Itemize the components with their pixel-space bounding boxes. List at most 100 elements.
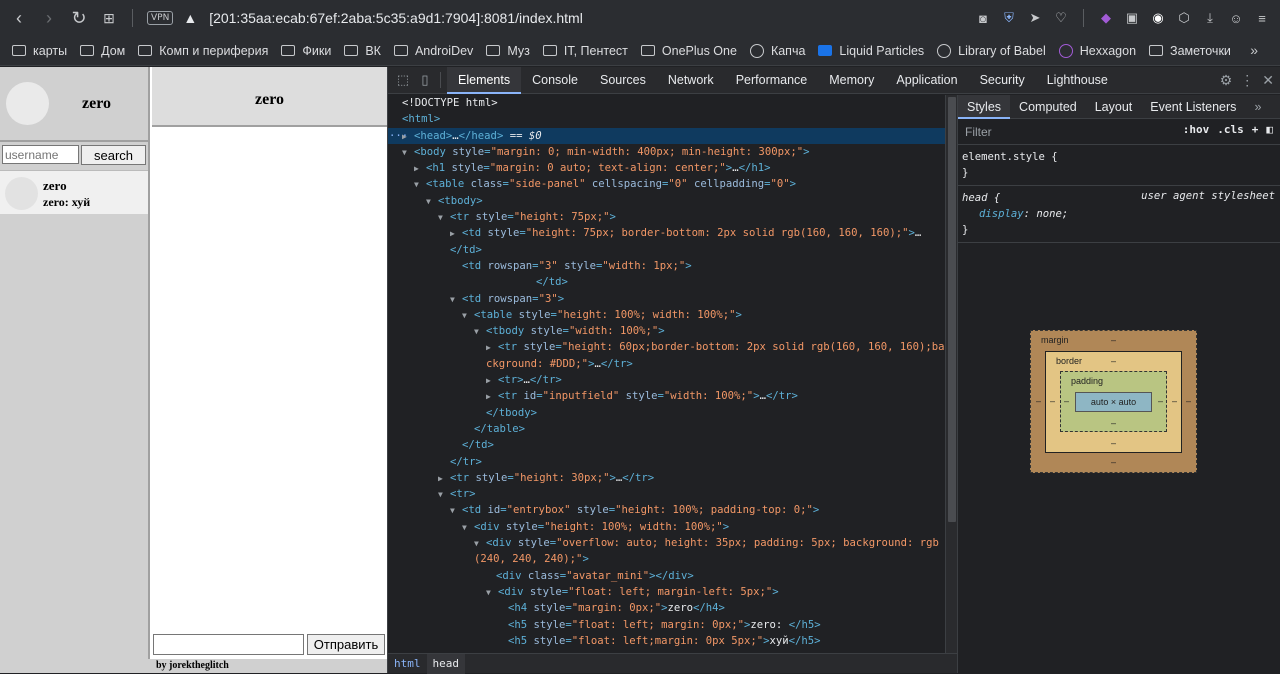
rule-selector[interactable]: element.style {: [962, 149, 1277, 165]
heart-icon[interactable]: ♡: [1049, 3, 1073, 33]
bookmark-item[interactable]: Дом: [80, 44, 125, 58]
tab-memory[interactable]: Memory: [818, 67, 885, 94]
dom-line[interactable]: </table>: [388, 421, 957, 437]
bookmark-item[interactable]: Заметочки: [1149, 44, 1231, 58]
more-tabs-icon[interactable]: »: [1245, 95, 1270, 119]
download-icon[interactable]: ⤓: [1198, 3, 1222, 33]
bookmark-item[interactable]: AndroiDev: [393, 44, 473, 58]
dom-line[interactable]: <h5 style="float: left;margin: 0px 5px;"…: [388, 633, 957, 649]
cls-toggle[interactable]: .cls: [1217, 123, 1244, 136]
shield-icon[interactable]: ⛨: [997, 3, 1021, 33]
scrollbar-thumb[interactable]: [948, 97, 956, 522]
bookmarks-overflow-icon[interactable]: »: [1250, 42, 1258, 58]
dom-line[interactable]: </tbody>: [388, 405, 957, 421]
bookmark-item[interactable]: Капча: [749, 43, 805, 58]
dom-line[interactable]: ckground: #DDD;">…</tr>: [388, 356, 957, 372]
tab-application[interactable]: Application: [885, 67, 968, 94]
css-property[interactable]: display: [979, 208, 1024, 220]
dom-line[interactable]: ▼ <tbody style="width: 100%;">: [388, 323, 957, 339]
tab-layout[interactable]: Layout: [1086, 95, 1142, 119]
dom-line[interactable]: ▼ <div style="height: 100%; width: 100%;"…: [388, 519, 957, 535]
bookmark-item[interactable]: Комп и периферия: [138, 44, 268, 58]
toggle-sidebar-icon[interactable]: ◧: [1266, 123, 1273, 136]
dom-line[interactable]: ▼ <td rowspan="3">: [388, 291, 957, 307]
tab-computed[interactable]: Computed: [1010, 95, 1086, 119]
dom-line[interactable]: </td>: [388, 274, 957, 290]
dom-line[interactable]: ▶ <h1 style="margin: 0 auto; text-align: …: [388, 160, 957, 176]
rule-selector[interactable]: head {: [962, 192, 1000, 204]
send-icon[interactable]: ➤: [1023, 3, 1047, 33]
dom-line[interactable]: ▼ <tr style="height: 75px;">: [388, 209, 957, 225]
bookmark-item[interactable]: Library of Babel: [937, 43, 1046, 58]
bookmark-item[interactable]: OnePlus One: [640, 44, 737, 58]
gear-icon[interactable]: ⚙: [1220, 72, 1233, 89]
dom-line[interactable]: </td>: [388, 437, 957, 453]
dom-line[interactable]: <div class="avatar_mini"></div>: [388, 568, 957, 584]
box-model-padding[interactable]: padding – – – auto × auto: [1060, 371, 1167, 432]
back-icon[interactable]: ‹: [4, 3, 34, 33]
dom-scrollbar[interactable]: [945, 95, 957, 655]
tab-network[interactable]: Network: [657, 67, 725, 94]
dom-line[interactable]: ▼ <tbody>: [388, 193, 957, 209]
chat-entry[interactable]: zero zero: хуй: [0, 170, 148, 214]
reload-icon[interactable]: ↻: [64, 3, 94, 33]
dom-line-selected[interactable]: ··· ▶ <head>…</head> == $0: [388, 127, 957, 144]
dom-line[interactable]: ▶ <tr>…</tr>: [388, 372, 957, 388]
dom-line[interactable]: ▼ <tr>: [388, 486, 957, 502]
breadcrumb-head[interactable]: head: [426, 653, 465, 674]
hov-toggle[interactable]: :hov: [1183, 123, 1210, 136]
dom-line[interactable]: ▶ <tr id="inputfield" style="width: 100%;…: [388, 388, 957, 404]
dom-line[interactable]: ▼ <body style="margin: 0; min-width: 400p…: [388, 144, 957, 160]
dom-line[interactable]: ▼ <td id="entrybox" style="height: 100%; …: [388, 502, 957, 518]
tab-elements[interactable]: Elements: [447, 66, 522, 94]
tab-event-listeners[interactable]: Event Listeners: [1141, 95, 1245, 119]
extension-icon[interactable]: ◆: [1094, 3, 1118, 33]
bookmark-item[interactable]: Hexxagon: [1058, 43, 1136, 58]
username-input[interactable]: [2, 145, 79, 164]
css-value[interactable]: none;: [1036, 208, 1068, 220]
search-button[interactable]: search: [81, 145, 146, 165]
tab-lighthouse[interactable]: Lighthouse: [1036, 67, 1119, 94]
box-model-border[interactable]: border – – – – padding – – – auto × auto: [1045, 351, 1182, 453]
camera-icon[interactable]: ◙: [971, 3, 995, 33]
dom-line[interactable]: <td rowspan="3" style="width: 1px;">: [388, 258, 957, 274]
dom-line[interactable]: ▶ <tr style="height: 60px;border-bottom: …: [388, 339, 957, 355]
extension3-icon[interactable]: ◉: [1146, 3, 1170, 33]
dom-line[interactable]: ▶ <tr style="height: 30px;">…</tr>: [388, 470, 957, 486]
bookmark-item[interactable]: карты: [12, 44, 67, 58]
dom-line[interactable]: <!DOCTYPE html>: [388, 95, 957, 111]
dom-line[interactable]: ▼ <table class="side-panel" cellspacing="…: [388, 176, 957, 192]
dom-line[interactable]: ▼ <div style="overflow: auto; height: 35p…: [388, 535, 957, 551]
kebab-menu-icon[interactable]: ⋮: [1240, 72, 1254, 89]
box-model-margin[interactable]: margin – – – – border – – – – padding – …: [1030, 330, 1197, 473]
tab-sources[interactable]: Sources: [589, 67, 657, 94]
bookmark-item[interactable]: ВК: [344, 44, 381, 58]
tab-performance[interactable]: Performance: [725, 67, 819, 94]
address-bar[interactable]: [201:35aa:ecab:67ef:2aba:5c35:a9d1:7904]…: [209, 10, 583, 26]
bookmark-item[interactable]: IT, Пентест: [542, 44, 628, 58]
message-input[interactable]: [153, 634, 304, 655]
dom-line[interactable]: <h4 style="margin: 0px;">zero</h4>: [388, 600, 957, 616]
breadcrumb-html[interactable]: html: [388, 654, 427, 674]
add-rule-icon[interactable]: +: [1252, 123, 1259, 136]
bookmark-item[interactable]: Фики: [281, 44, 331, 58]
bookmark-item[interactable]: Муз: [486, 44, 530, 58]
tabs-grid-icon[interactable]: ⊞: [94, 3, 124, 33]
bookmark-item[interactable]: Liquid Particles: [818, 44, 924, 58]
tab-security[interactable]: Security: [969, 67, 1036, 94]
filter-input[interactable]: Filter: [965, 125, 992, 139]
dom-line[interactable]: <html>: [388, 111, 957, 127]
dom-line[interactable]: ▼ <div style="float: left; margin-left: 5…: [388, 584, 957, 600]
cube-icon[interactable]: ⬡: [1172, 3, 1196, 33]
forward-icon[interactable]: ›: [34, 3, 64, 33]
vpn-badge[interactable]: VPN: [147, 11, 174, 25]
warning-icon[interactable]: ▲: [183, 10, 197, 26]
close-icon[interactable]: ✕: [1262, 72, 1274, 89]
box-model-content[interactable]: auto × auto: [1075, 392, 1152, 412]
send-button[interactable]: Отправить: [307, 634, 385, 655]
dom-line[interactable]: </td>: [388, 242, 957, 258]
dom-line[interactable]: ▶ <td style="height: 75px; border-bottom:…: [388, 225, 957, 241]
device-toggle-icon[interactable]: ▯: [414, 69, 436, 91]
dom-line[interactable]: <h5 style="float: left; margin: 0px;">ze…: [388, 617, 957, 633]
extension2-icon[interactable]: ▣: [1120, 3, 1144, 33]
